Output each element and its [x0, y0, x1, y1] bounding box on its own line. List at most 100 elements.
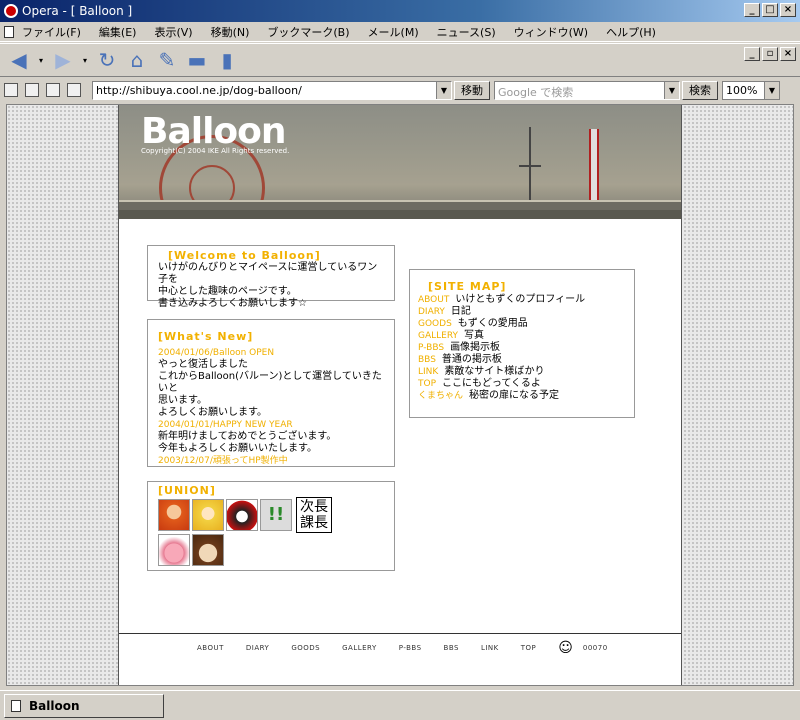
url-dropdown-icon[interactable]: ▼	[436, 81, 451, 99]
sitemap-desc: 写真	[464, 330, 485, 341]
hit-counter: 00070	[582, 643, 608, 652]
menu-mail[interactable]: メール(M)	[368, 24, 419, 40]
page-icon[interactable]: ▮	[214, 47, 240, 73]
news-line: 今年もよろしくお願いいたします。	[158, 443, 317, 454]
minimize-button[interactable]: _	[744, 3, 760, 17]
news-date[interactable]: 2004/01/06/Balloon OPEN	[158, 347, 384, 359]
sitemap-item-pbbs[interactable]: P-BBS 画像掲示板	[418, 342, 626, 354]
back-arrow-icon[interactable]: ◀	[6, 47, 32, 73]
bridge-pylon-image	[529, 127, 531, 211]
menu-window[interactable]: ウィンドウ(W)	[514, 24, 588, 40]
url-input[interactable]: http://shibuya.cool.ne.jp/dog-balloon/ ▼	[92, 80, 452, 100]
document-icon	[4, 25, 14, 38]
sitemap-key[interactable]: BBS	[418, 355, 436, 365]
search-dropdown-icon[interactable]: ▼	[664, 81, 679, 99]
sitemap-key[interactable]: DIARY	[418, 307, 445, 317]
forward-arrow-icon[interactable]: ▶	[50, 47, 76, 73]
status-bar: Balloon	[0, 690, 800, 720]
sitemap-key[interactable]: ABOUT	[418, 295, 449, 305]
window-titlebar[interactable]: Opera - [ Balloon ] _ □ ×	[0, 0, 800, 22]
news-date[interactable]: 2004/01/01/HAPPY NEW YEAR	[158, 419, 384, 431]
news-date[interactable]: 2003/12/07/頑張ってHP製作中	[158, 455, 384, 467]
sitemap-desc: 秘密の扉になる予定	[469, 390, 560, 401]
sitemap-item-bbs[interactable]: BBS 普通の掲示板	[418, 354, 626, 366]
footer-link-goods[interactable]: GOODS	[291, 644, 320, 652]
sitemap-key[interactable]: LINK	[418, 367, 438, 377]
footer-link-pbbs[interactable]: P-BBS	[399, 644, 422, 652]
union-avatar-redhead[interactable]	[158, 499, 190, 531]
back-dropdown-icon[interactable]: ▾	[36, 47, 46, 73]
footer-link-bbs[interactable]: BBS	[444, 644, 459, 652]
welcome-box: [Welcome to Balloon] いけがのんびりとマイペースに運営してい…	[147, 245, 395, 309]
menu-file[interactable]: ファイル(F)	[22, 24, 81, 40]
union-avatar-brown-face[interactable]	[192, 534, 224, 566]
forward-dropdown-icon[interactable]: ▾	[80, 47, 90, 73]
menu-bookmarks[interactable]: ブックマーク(B)	[267, 24, 349, 40]
search-input[interactable]: Google で検索 ▼	[494, 80, 680, 100]
window-controls: _ □ ×	[744, 3, 796, 17]
security-icon[interactable]	[4, 83, 18, 97]
page-viewport[interactable]: Balloon Copyright(C) 2004 IKE All Rights…	[6, 104, 794, 686]
maximize-button[interactable]: □	[762, 3, 778, 17]
footer-link-gallery[interactable]: GALLERY	[342, 644, 377, 652]
union-avatar-blonde[interactable]	[192, 499, 224, 531]
sitemap-item-gallery[interactable]: GALLERY 写真	[418, 330, 626, 342]
footer-link-top[interactable]: TOP	[521, 644, 537, 652]
zoom-value: 100%	[726, 83, 758, 97]
sitemap-desc: 画像掲示板	[450, 342, 501, 353]
reload-icon[interactable]: ↻	[94, 47, 120, 73]
window-title: Opera - [ Balloon ]	[22, 4, 133, 18]
opera-logo-icon	[4, 4, 18, 18]
sitemap-key[interactable]: GALLERY	[418, 331, 458, 341]
sitemap-box: [SITE MAP] ABOUT いけともずくのプロフィール DIARY 日記 GO…	[409, 269, 635, 418]
sitemap-item-link[interactable]: LINK 素敵なサイト様ばかり	[418, 366, 626, 378]
welcome-line: 書き込みよろしくお願いします☆	[158, 298, 307, 309]
go-button[interactable]: 移動	[454, 80, 490, 100]
cookie-icon[interactable]	[25, 83, 39, 97]
sitemap-key[interactable]: TOP	[418, 379, 436, 389]
close-button[interactable]: ×	[780, 3, 796, 17]
sitemap-item-diary[interactable]: DIARY 日記	[418, 306, 626, 318]
menu-help[interactable]: ヘルプ(H)	[606, 24, 656, 40]
page-tab-label: Balloon	[29, 698, 80, 713]
welcome-line: いけがのんびりとマイペースに運営しているワン子を	[158, 262, 378, 285]
union-avatar-pink-bear[interactable]	[158, 534, 190, 566]
union-avatar-exclaim[interactable]: !!	[260, 499, 292, 531]
page-tab[interactable]: Balloon	[4, 693, 164, 718]
union-box: [UNION] !! 次長課長	[147, 481, 395, 571]
print-preview-icon[interactable]	[67, 83, 81, 97]
sitemap-item-top[interactable]: TOP ここにもどってくるよ	[418, 378, 626, 390]
site-logo: Balloon	[141, 111, 287, 152]
union-avatar-kanji[interactable]: 次長課長	[296, 497, 332, 533]
sitemap-item-goods[interactable]: GOODS もずくの愛用品	[418, 318, 626, 330]
sitemap-key[interactable]: GOODS	[418, 319, 452, 329]
menu-edit[interactable]: 編集(E)	[99, 24, 137, 40]
highway-image	[119, 200, 681, 210]
footer-link-diary[interactable]: DIARY	[246, 644, 269, 652]
footer-link-about[interactable]: ABOUT	[197, 644, 224, 652]
sitemap-key[interactable]: くまちゃん	[418, 391, 463, 401]
page-tab-icon	[11, 699, 21, 712]
print-icon[interactable]: ▬	[184, 47, 210, 73]
url-text: http://shibuya.cool.ne.jp/dog-balloon/	[96, 83, 302, 97]
sitemap-desc: 素敵なサイト様ばかり	[444, 366, 545, 377]
home-icon[interactable]: ⌂	[124, 47, 150, 73]
menu-view[interactable]: 表示(V)	[154, 24, 192, 40]
zoom-select[interactable]: 100% ▼	[722, 80, 780, 100]
new-page-icon[interactable]	[46, 83, 60, 97]
menu-navigate[interactable]: 移動(N)	[211, 24, 250, 40]
zoom-dropdown-icon[interactable]: ▼	[764, 81, 779, 99]
news-line: これからBalloon(バルーン)として運営していきたいと	[158, 371, 382, 394]
sitemap-item-kuma[interactable]: くまちゃん 秘密の扉になる予定	[418, 390, 626, 402]
sitemap-item-about[interactable]: ABOUT いけともずくのプロフィール	[418, 294, 626, 306]
union-avatar-mouse[interactable]	[226, 499, 258, 531]
welcome-title: [Welcome to Balloon]	[168, 249, 321, 262]
sitemap-key[interactable]: P-BBS	[418, 343, 444, 353]
footer-link-link[interactable]: LINK	[481, 644, 499, 652]
menu-news[interactable]: ニュース(S)	[437, 24, 496, 40]
footer-nav: ABOUT DIARY GOODS GALLERY P-BBS BBS LINK…	[119, 633, 681, 661]
news-title: [What's New]	[158, 330, 254, 343]
hotlist-icon[interactable]: ✎	[154, 47, 180, 73]
sitemap-desc: ここにもどってくるよ	[442, 378, 541, 389]
search-button[interactable]: 検索	[682, 80, 718, 100]
